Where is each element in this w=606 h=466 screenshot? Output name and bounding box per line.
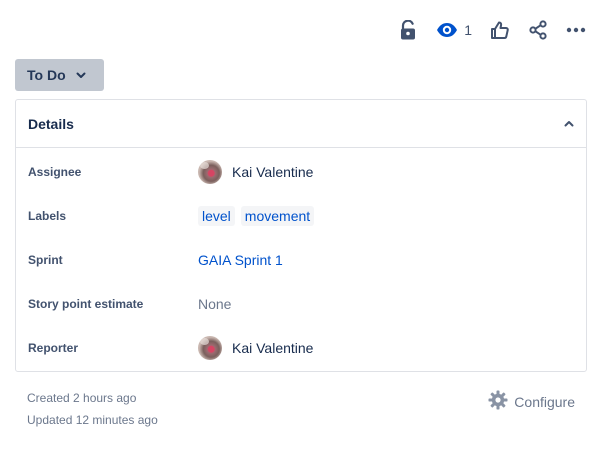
details-header[interactable]: Details	[16, 100, 586, 148]
unlock-icon	[399, 20, 417, 40]
assignee-avatar[interactable]	[198, 160, 222, 184]
configure-button[interactable]: Configure	[488, 390, 575, 413]
more-actions-button[interactable]	[560, 14, 592, 46]
assignee-value[interactable]: Kai Valentine	[198, 160, 313, 184]
configure-label: Configure	[514, 393, 575, 410]
label-tag[interactable]: level	[198, 206, 235, 226]
field-label-reporter: Reporter	[28, 341, 79, 355]
eye-icon	[436, 22, 458, 38]
reporter-value[interactable]: Kai Valentine	[198, 336, 313, 360]
field-label-story-points: Story point estimate	[28, 297, 144, 311]
field-story-points: Story point estimate None	[28, 288, 574, 320]
field-label-sprint: Sprint	[28, 253, 63, 267]
details-panel: Details Assignee Kai Valentine Labels le…	[15, 99, 587, 372]
labels-value: level movement	[198, 206, 320, 226]
field-assignee: Assignee Kai Valentine	[28, 156, 574, 188]
sprint-link[interactable]: GAIA Sprint 1	[198, 252, 283, 268]
like-button[interactable]	[484, 14, 516, 46]
more-icon	[566, 27, 586, 33]
status-dropdown[interactable]: To Do	[15, 59, 104, 91]
assignee-name[interactable]: Kai Valentine	[232, 164, 313, 180]
field-label-labels: Labels	[28, 209, 67, 223]
gear-icon	[488, 390, 508, 413]
status-label: To Do	[27, 67, 66, 83]
reporter-avatar[interactable]	[198, 336, 222, 360]
watch-count: 1	[464, 22, 472, 38]
chevron-down-icon	[76, 72, 86, 79]
watch-button[interactable]: 1	[430, 14, 478, 46]
field-label-assignee: Assignee	[28, 165, 82, 179]
details-title: Details	[28, 115, 74, 132]
field-sprint: Sprint GAIA Sprint 1	[28, 244, 574, 276]
chevron-up-icon[interactable]	[564, 120, 574, 127]
thumbs-up-icon	[490, 20, 510, 40]
label-tag[interactable]: movement	[240, 206, 315, 226]
sprint-value: GAIA Sprint 1	[198, 252, 283, 268]
reporter-name[interactable]: Kai Valentine	[232, 340, 313, 356]
updated-timestamp: Updated 12 minutes ago	[27, 413, 158, 427]
field-reporter: Reporter Kai Valentine	[28, 332, 574, 364]
story-points-value[interactable]: None	[198, 296, 231, 312]
issue-actions: 1	[392, 14, 592, 46]
field-labels: Labels level movement	[28, 200, 574, 232]
share-button[interactable]	[522, 14, 554, 46]
share-icon	[528, 20, 548, 40]
created-timestamp: Created 2 hours ago	[27, 391, 137, 405]
restrict-access-button[interactable]	[392, 14, 424, 46]
